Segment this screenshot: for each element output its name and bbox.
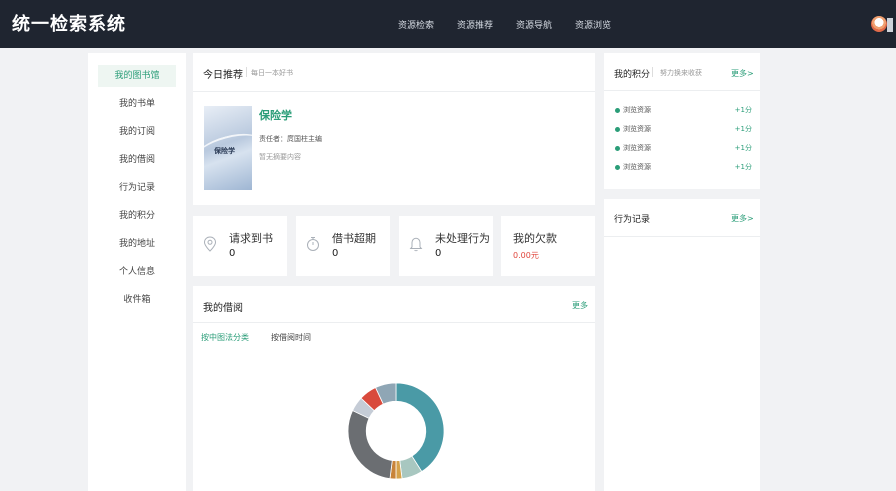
top-navbar: 统一检索系统 资源检索 资源推荐 资源导航 资源浏览 [0, 0, 896, 48]
stat-card-request-arrival[interactable]: 请求到书 0 [193, 216, 287, 276]
book-title[interactable]: 保险学 [259, 107, 292, 123]
stat-label: 我的欠款 [513, 232, 557, 245]
borrow-donut-chart [347, 382, 445, 480]
sidebar-item-my-points[interactable]: 我的积分 [98, 205, 176, 227]
top-nav: 资源检索 资源推荐 资源导航 资源浏览 [398, 18, 611, 31]
nav-resource-recommend[interactable]: 资源推荐 [457, 18, 493, 31]
book-cover[interactable]: 保险学 [204, 106, 252, 190]
points-row: 浏览资源 +1分 [614, 123, 752, 137]
borrow-divider [193, 322, 595, 323]
recommend-subtitle: 每日一本好书 [251, 69, 293, 77]
points-divider [604, 90, 760, 91]
sidebar-item-my-borrowing[interactable]: 我的借阅 [98, 149, 176, 171]
bullet-dot [615, 127, 620, 132]
donut-slice-5[interactable] [347, 410, 393, 480]
tab-by-borrow-time[interactable]: 按借阅时间 [271, 332, 311, 343]
recommend-divider [193, 91, 595, 92]
debt-amount: 0.00元 [513, 251, 539, 260]
recommend-title: 今日推荐 [203, 70, 243, 81]
stat-label: 借书超期 [332, 232, 376, 245]
location-pin-icon [203, 236, 217, 252]
sidebar-item-my-booklist[interactable]: 我的书单 [98, 93, 176, 115]
nav-resource-guide[interactable]: 资源导航 [516, 18, 552, 31]
points-row: 浏览资源 +1分 [614, 142, 752, 156]
borrow-more-link[interactable]: 更多 [572, 300, 588, 311]
points-row-value: +1分 [734, 106, 752, 114]
stat-value: 0 [332, 248, 339, 259]
sidebar-item-my-address[interactable]: 我的地址 [98, 233, 176, 255]
points-row-label: 浏览资源 [623, 125, 651, 133]
stat-label: 请求到书 [229, 232, 273, 245]
user-avatar[interactable] [871, 16, 887, 32]
sidebar-item-personal-info[interactable]: 个人信息 [98, 261, 176, 283]
behavior-divider [604, 236, 760, 237]
book-editor: 责任者：庹国柱主编 [259, 135, 322, 143]
nav-resource-browse[interactable]: 资源浏览 [575, 18, 611, 31]
stat-value: 0 [435, 248, 442, 259]
nav-resource-search[interactable]: 资源检索 [398, 18, 434, 31]
points-row-value: +1分 [734, 125, 752, 133]
bell-icon [409, 237, 423, 252]
points-row-value: +1分 [734, 144, 752, 152]
points-row: 浏览资源 +1分 [614, 161, 752, 175]
tab-by-classification[interactable]: 按中图法分类 [201, 332, 249, 343]
points-row: 浏览资源 +1分 [614, 104, 752, 118]
title-divider [652, 67, 653, 77]
borrow-title: 我的借阅 [203, 303, 243, 314]
stat-card-debt[interactable]: 我的欠款 0.00元 [501, 216, 595, 276]
sidebar-item-behavior-records[interactable]: 行为记录 [98, 177, 176, 199]
sidebar: 我的图书馆 我的书单 我的订阅 我的借阅 行为记录 我的积分 我的地址 个人信息… [88, 53, 186, 491]
behavior-more-link[interactable]: 更多> [731, 213, 754, 224]
title-divider [246, 67, 247, 77]
points-row-label: 浏览资源 [623, 144, 651, 152]
points-more-link[interactable]: 更多> [731, 68, 754, 79]
points-title: 我的积分 [614, 70, 651, 80]
sidebar-item-my-subscriptions[interactable]: 我的订阅 [98, 121, 176, 143]
points-row-label: 浏览资源 [623, 106, 651, 114]
app-brand[interactable]: 统一检索系统 [12, 10, 126, 36]
points-row-label: 浏览资源 [623, 163, 651, 171]
points-row-value: +1分 [734, 163, 752, 171]
stat-card-overdue[interactable]: 借书超期 0 [296, 216, 390, 276]
stopwatch-icon [307, 237, 319, 251]
donut-slice-1[interactable] [395, 382, 445, 473]
bullet-dot [615, 146, 620, 151]
behavior-panel [604, 199, 760, 491]
sidebar-item-my-library[interactable]: 我的图书馆 [98, 65, 176, 87]
stat-card-unprocessed[interactable]: 未处理行为 0 [399, 216, 493, 276]
bullet-dot [615, 165, 620, 170]
cover-title: 保险学 [214, 147, 235, 155]
stat-label: 未处理行为 [435, 232, 490, 245]
points-subtitle: 努力换来收获 [660, 69, 702, 77]
bullet-dot [615, 108, 620, 113]
behavior-title: 行为记录 [614, 215, 651, 225]
user-menu-edge[interactable] [887, 18, 893, 32]
stat-value: 0 [229, 248, 236, 259]
book-summary: 暂无摘要内容 [259, 153, 301, 161]
sidebar-item-inbox[interactable]: 收件箱 [98, 289, 176, 311]
